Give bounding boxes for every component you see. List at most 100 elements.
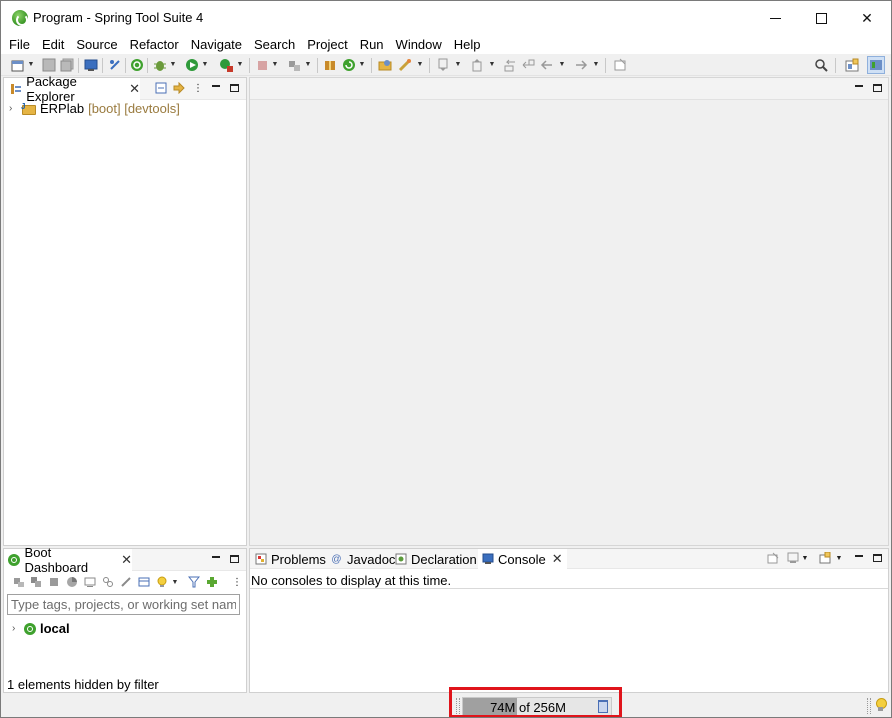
skip-breakpoints-icon[interactable]	[107, 57, 123, 73]
display-console-dropdown-icon[interactable]: ▼	[801, 551, 809, 565]
maximize-view-button[interactable]	[870, 551, 884, 565]
debug-icon[interactable]	[152, 57, 168, 73]
properties-icon[interactable]	[137, 575, 151, 589]
open-task-dropdown-icon[interactable]: ▼	[416, 57, 424, 73]
terminate-dropdown-icon[interactable]: ▼	[271, 57, 279, 73]
back-history-icon[interactable]	[520, 57, 536, 73]
close-window-button[interactable]: ✕	[844, 1, 890, 35]
new-dropdown-icon[interactable]: ▼	[27, 57, 35, 73]
tab-package-explorer[interactable]: Package Explorer ✕	[4, 74, 140, 104]
last-edit-location-icon[interactable]	[502, 57, 518, 73]
connect-dropdown-icon[interactable]: ▼	[304, 57, 312, 73]
save-icon[interactable]	[41, 57, 57, 73]
open-console-dropdown-icon[interactable]: ▼	[835, 551, 843, 565]
menu-file[interactable]: File	[3, 35, 36, 54]
start-icon[interactable]	[12, 575, 26, 589]
local-target-item[interactable]: › local	[12, 621, 70, 636]
back-icon[interactable]	[539, 57, 555, 73]
back-dropdown-icon[interactable]: ▼	[558, 57, 566, 73]
close-tab-icon[interactable]: ✕	[552, 551, 563, 567]
minimize-editor-button[interactable]	[852, 81, 866, 95]
menu-source[interactable]: Source	[70, 35, 123, 54]
new-spring-starter-icon[interactable]	[341, 57, 357, 73]
stop-icon[interactable]	[47, 575, 61, 589]
debug-dropdown-icon[interactable]: ▼	[169, 57, 177, 73]
open-console-new-icon[interactable]	[766, 551, 780, 565]
open-console-icon[interactable]	[83, 575, 97, 589]
maximize-window-button[interactable]	[798, 1, 844, 35]
previous-annotation-icon[interactable]	[469, 57, 485, 73]
new-java-package-icon[interactable]	[322, 57, 338, 73]
menu-project[interactable]: Project	[301, 35, 353, 54]
menu-run[interactable]: Run	[354, 35, 390, 54]
bulb-dropdown-icon[interactable]: ▼	[171, 575, 179, 589]
open-config-icon[interactable]	[101, 575, 115, 589]
menu-refactor[interactable]: Refactor	[124, 35, 185, 54]
run-icon[interactable]	[184, 57, 200, 73]
open-task-icon[interactable]	[397, 57, 413, 73]
edit-icon[interactable]	[119, 575, 133, 589]
toolbar-separator	[371, 58, 372, 73]
tab-label: Declaration	[411, 551, 477, 567]
run-dropdown-icon[interactable]: ▼	[201, 57, 209, 73]
menu-search[interactable]: Search	[248, 35, 301, 54]
package-explorer-icon	[10, 83, 22, 96]
maximize-view-button[interactable]	[227, 81, 241, 95]
menu-edit[interactable]: Edit	[36, 35, 70, 54]
tab-declaration[interactable]: Declaration	[394, 549, 477, 569]
next-annotation-dropdown-icon[interactable]: ▼	[454, 57, 462, 73]
view-menu-icon[interactable]: ⋮	[230, 575, 244, 589]
open-console-icon[interactable]	[83, 57, 99, 73]
boot-dashboard-filter-input[interactable]	[7, 594, 240, 615]
tab-console[interactable]: Console ✕	[478, 549, 567, 569]
menu-navigate[interactable]: Navigate	[185, 35, 248, 54]
menu-help[interactable]: Help	[448, 35, 487, 54]
menu-window[interactable]: Window	[390, 35, 448, 54]
tab-problems[interactable]: Problems	[254, 549, 326, 569]
minimize-view-button[interactable]	[209, 81, 223, 95]
debug-start-icon[interactable]	[29, 575, 43, 589]
chevron-right-icon[interactable]: ›	[12, 623, 18, 634]
next-annotation-icon[interactable]	[435, 57, 451, 73]
bulb-icon[interactable]	[155, 575, 169, 589]
add-icon[interactable]	[205, 575, 219, 589]
search-icon[interactable]	[813, 57, 829, 73]
new-icon[interactable]	[10, 57, 26, 73]
new-spring-dropdown-icon[interactable]: ▼	[358, 57, 366, 73]
open-type-icon[interactable]	[377, 57, 393, 73]
forward-dropdown-icon[interactable]: ▼	[592, 57, 600, 73]
java-perspective-icon[interactable]	[867, 56, 885, 74]
minimize-view-button[interactable]	[852, 551, 866, 565]
link-with-editor-icon[interactable]	[172, 81, 186, 95]
terminate-icon[interactable]	[254, 57, 270, 73]
tab-boot-dashboard[interactable]: Boot Dashboard ✕	[4, 545, 132, 575]
view-menu-icon[interactable]: ⋮	[191, 81, 205, 95]
toolbar-separator	[249, 58, 250, 73]
connect-icon[interactable]	[286, 57, 302, 73]
tab-javadoc[interactable]: @ Javadoc	[330, 549, 395, 569]
forward-icon[interactable]	[573, 57, 589, 73]
boot-dashboard-icon[interactable]	[129, 57, 145, 73]
display-console-icon[interactable]	[786, 551, 800, 565]
tab-label: Package Explorer	[26, 74, 77, 104]
open-perspective-icon[interactable]	[844, 57, 860, 73]
minimize-window-button[interactable]	[752, 1, 798, 35]
previous-annotation-dropdown-icon[interactable]: ▼	[488, 57, 496, 73]
pin-editor-icon[interactable]	[612, 57, 628, 73]
run-external-tools-icon[interactable]	[218, 57, 234, 73]
project-tree-item[interactable]: › J ERPlab [boot] [devtools]	[9, 101, 180, 116]
external-tools-dropdown-icon[interactable]: ▼	[236, 57, 244, 73]
maximize-view-button[interactable]	[227, 552, 241, 566]
maximize-editor-button[interactable]	[870, 81, 884, 95]
collapse-all-icon[interactable]	[154, 81, 168, 95]
filter-icon[interactable]	[187, 575, 201, 589]
close-tab-icon[interactable]: ✕	[121, 552, 132, 568]
close-tab-icon[interactable]: ✕	[129, 81, 140, 97]
chevron-right-icon[interactable]: ›	[9, 103, 15, 114]
lightbulb-icon[interactable]	[875, 698, 887, 712]
save-all-icon[interactable]	[59, 57, 75, 73]
tab-label: Javadoc	[347, 551, 396, 567]
open-browser-icon[interactable]	[65, 575, 79, 589]
open-console-icon[interactable]	[818, 551, 832, 565]
minimize-view-button[interactable]	[209, 552, 223, 566]
